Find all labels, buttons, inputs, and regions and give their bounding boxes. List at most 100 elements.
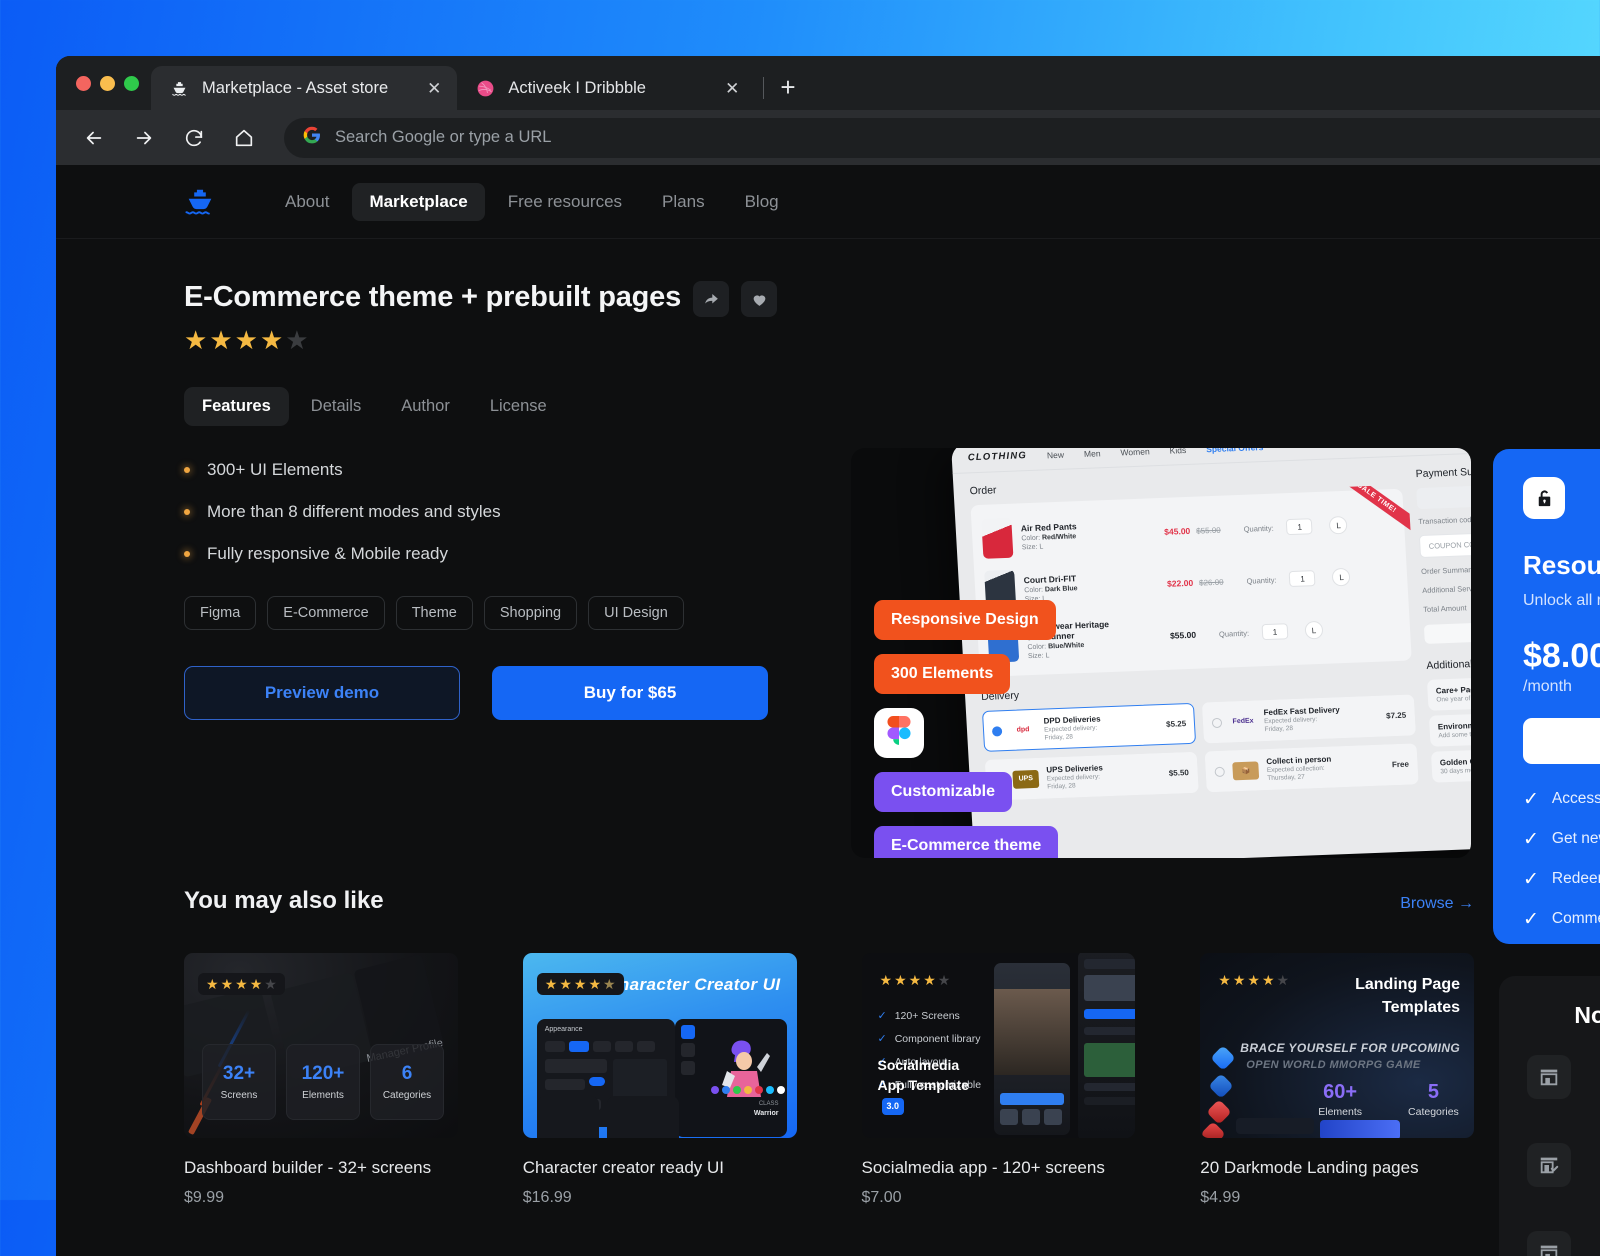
star-filled: ★ (209, 325, 233, 355)
product-card-title: 20 Darkmode Landing pages (1200, 1158, 1419, 1177)
product-tabs: Features Details Author License (184, 387, 1600, 426)
star-filled: ★ (206, 976, 219, 992)
nav-item-marketplace[interactable]: Marketplace (352, 182, 485, 221)
card-rating: ★ ★ ★ ★ ★ (198, 973, 285, 995)
close-window-button[interactable] (76, 75, 91, 91)
tag-theme[interactable]: Theme (395, 596, 473, 630)
preview-demo-button[interactable]: Preview demo (184, 666, 460, 720)
buy-button[interactable]: Buy for $65 (492, 666, 768, 720)
nav-item-about[interactable]: About (268, 183, 346, 221)
nav-item-plans[interactable]: Plans (645, 183, 722, 221)
mock-price: $45.00 (1163, 525, 1191, 537)
mock-summary-column: Payment Summary UNREGISTERED AC Transact… (1415, 460, 1471, 784)
star-filled: ★ (908, 972, 922, 988)
nav-item-blog[interactable]: Blog (728, 183, 796, 221)
promo-price: $8.00 (1523, 636, 1600, 675)
bullet-dot-icon (184, 467, 190, 473)
address-bar[interactable]: Search Google or type a URL (284, 117, 1600, 158)
nav-item-free-resources[interactable]: Free resources (491, 183, 639, 221)
browser-tab-dribbble[interactable]: Activeek I Dribbble ✕ (457, 66, 755, 110)
tab-author[interactable]: Author (383, 387, 468, 426)
mock-delivery-date: Thursday, 27 (1267, 773, 1305, 783)
stat-value: 32+ (222, 1063, 256, 1084)
tab-features[interactable]: Features (184, 387, 289, 426)
product-card-title: Socialmedia app - 120+ screens (861, 1158, 1105, 1177)
feature-label: Fully responsive & Mobile ready (207, 544, 448, 563)
back-button[interactable] (78, 122, 110, 154)
mock-addon-name: Golden Guard (1439, 756, 1471, 768)
product-card-socialmedia-app[interactable]: ★ ★ ★ ★ ★ ✓ 120+ Screens ✓ Component libra… (861, 953, 1136, 1207)
tab-details[interactable]: Details (293, 387, 379, 426)
new-tab-button[interactable]: + (768, 74, 807, 110)
radio-icon (1211, 717, 1223, 728)
mock-qty-stepper: 1 (1289, 570, 1316, 588)
minimize-window-button[interactable] (100, 75, 115, 91)
product-preview-image[interactable]: CLOTHING New Men Women Kids Special Offe… (851, 448, 1471, 858)
google-icon (302, 125, 322, 150)
product-card-title: Dashboard builder - 32+ screens (184, 1158, 432, 1177)
notification-item[interactable] (1527, 1055, 1600, 1099)
browser-tab-marketplace[interactable]: Marketplace - Asset store ✕ (151, 66, 458, 110)
stat-item: 32+ Screens (202, 1044, 276, 1120)
notifications-title: Notifications (1574, 1002, 1600, 1028)
maximize-window-button[interactable] (124, 75, 139, 91)
tag-shopping[interactable]: Shopping (483, 596, 578, 630)
tag-ecommerce[interactable]: E-Commerce (267, 596, 385, 630)
notification-item[interactable] (1527, 1231, 1600, 1256)
badge-responsive-design: Responsive Design (874, 600, 1056, 640)
tag-ui-design[interactable]: UI Design (588, 596, 684, 630)
product-card-thumbnail: ★ ★ ★ ★ ★ Character Creator UI Appearanc… (522, 953, 797, 1138)
boat-logo-icon[interactable] (184, 186, 216, 218)
stat-item: 5 Categories (1408, 1081, 1459, 1118)
mock-brand: CLOTHING (967, 450, 1028, 464)
preview-badges: Responsive Design 300 Elements Customiza… (874, 600, 1059, 858)
home-button[interactable] (228, 122, 260, 154)
notification-item[interactable] (1527, 1143, 1600, 1187)
promo-subtitle: Unlock all resources (1523, 592, 1600, 609)
reload-button[interactable] (178, 122, 210, 154)
product-card-dashboard-builder[interactable]: Manager Profile ★ ★ ★ ★ ★ 32+Screens 120… (184, 953, 458, 1207)
heart-icon[interactable] (741, 281, 777, 317)
stat-label: Elements (302, 1090, 344, 1101)
tab-license[interactable]: License (472, 387, 565, 426)
resources-promo-panel[interactable]: Resources Unlock all resources $8.00 /mo… (1493, 449, 1600, 944)
site-nav: About Marketplace Free resources Plans B… (268, 182, 796, 221)
star-filled: ★ (234, 325, 258, 355)
feature-label: More than 8 different modes and styles (207, 502, 501, 521)
mock-delivery-price: $5.50 (1168, 768, 1190, 778)
check-icon: ✓ (1523, 788, 1539, 810)
forward-button[interactable] (128, 122, 160, 154)
mock-qty-label: Quantity: (1243, 523, 1274, 534)
phone-mockup (1077, 953, 1136, 1138)
product-card-darkmode-landing[interactable]: ★ ★ ★ ★ ★ Landing Page Templates BRACE Y… (1200, 953, 1474, 1207)
stat-value: 6 (401, 1063, 413, 1084)
promo-cta-button[interactable]: Get started (1523, 717, 1600, 764)
star-filled: ★ (879, 972, 893, 988)
tab-divider (763, 77, 765, 99)
close-tab-button[interactable]: ✕ (401, 80, 441, 97)
mock-addon: Environment Friend Add some tip to (1429, 707, 1471, 747)
promo-benefit: ✓ Access to all assets (1523, 788, 1600, 811)
mock-addon: Golden Guard 30 days more t (1431, 743, 1471, 783)
sale-ribbon: SALE TIME! (1330, 484, 1412, 539)
browser-toolbar: Search Google or type a URL (56, 110, 1600, 165)
promo-period: /month (1523, 677, 1572, 695)
product-card-character-creator[interactable]: ★ ★ ★ ★ ★ Character Creator UI Appearanc… (522, 953, 797, 1207)
mock-size-badge: L (1304, 620, 1324, 640)
star-filled: ★ (1232, 972, 1246, 988)
mock-delivery-option: FedEx FedEx Fast Delivery Expected deliv… (1201, 694, 1417, 744)
stat-label: Screens (220, 1090, 258, 1101)
star-filled: ★ (573, 976, 587, 992)
characters-list-panel (606, 1096, 679, 1138)
product-card-price: $7.00 (861, 1189, 902, 1206)
thumb-input (1236, 1118, 1315, 1134)
share-icon[interactable] (693, 281, 729, 317)
tag-figma[interactable]: Figma (184, 596, 257, 630)
close-tab-button[interactable]: ✕ (699, 80, 739, 97)
bullet-dot-icon (184, 551, 190, 557)
browse-link[interactable]: Browse → (1400, 895, 1474, 913)
product-card-thumbnail: ★ ★ ★ ★ ★ ✓ 120+ Screens ✓ Component libra… (861, 953, 1136, 1138)
mock-qty-label: Quantity: (1246, 575, 1277, 586)
figma-icon (874, 708, 924, 758)
dribbble-icon (476, 79, 495, 98)
